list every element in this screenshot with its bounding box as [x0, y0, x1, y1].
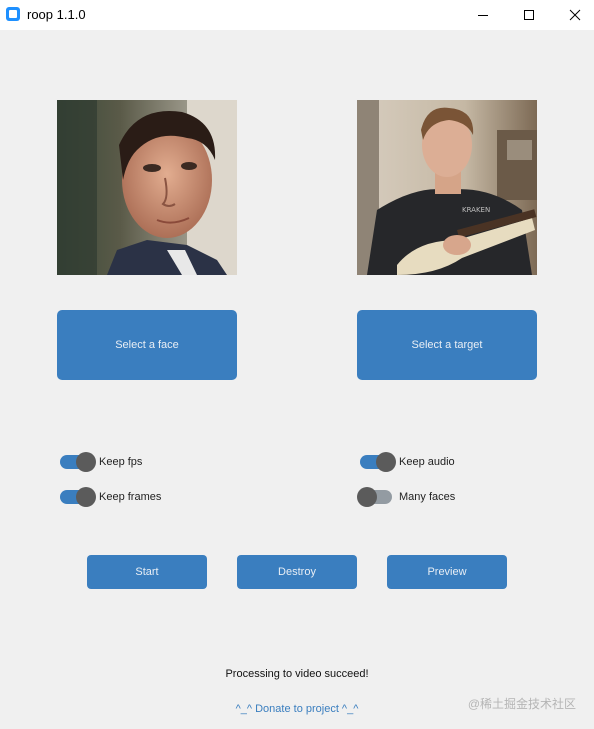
- destroy-button[interactable]: Destroy: [237, 555, 357, 589]
- status-text: Processing to video succeed!: [225, 668, 369, 680]
- keep-frames-switch[interactable]: Keep frames: [60, 487, 161, 507]
- source-face-image: [57, 100, 237, 275]
- many-faces-toggle[interactable]: [357, 487, 392, 507]
- keep-fps-label: Keep fps: [99, 456, 143, 468]
- keep-audio-switch[interactable]: Keep audio: [360, 452, 455, 472]
- switch-knob: [76, 487, 96, 507]
- target-video-image: KRAKEN: [357, 100, 537, 275]
- keep-fps-switch[interactable]: Keep fps: [60, 452, 142, 472]
- many-faces-switch[interactable]: Many faces: [357, 487, 456, 507]
- select-face-button[interactable]: Select a face: [57, 310, 237, 380]
- watermark: @稀土掘金技术社区: [467, 697, 576, 711]
- many-faces-label: Many faces: [399, 491, 456, 503]
- preview-button[interactable]: Preview: [387, 555, 507, 589]
- keep-frames-toggle[interactable]: [60, 487, 96, 507]
- start-button[interactable]: Start: [87, 555, 207, 589]
- switch-knob: [76, 452, 96, 472]
- title-bar: roop 1.1.0: [0, 0, 594, 30]
- keep-audio-toggle[interactable]: [360, 452, 396, 472]
- keep-frames-label: Keep frames: [99, 491, 162, 503]
- switch-knob: [376, 452, 396, 472]
- window-title: roop 1.1.0: [27, 7, 86, 22]
- svg-text:KRAKEN: KRAKEN: [462, 206, 490, 214]
- keep-audio-label: Keep audio: [399, 456, 455, 468]
- close-icon[interactable]: [552, 0, 594, 30]
- select-target-button[interactable]: Select a target: [357, 310, 537, 380]
- keep-fps-toggle[interactable]: [60, 452, 96, 472]
- maximize-icon[interactable]: [506, 0, 552, 30]
- minimize-icon[interactable]: [460, 0, 506, 30]
- switch-knob: [357, 487, 377, 507]
- app-icon: [6, 7, 20, 21]
